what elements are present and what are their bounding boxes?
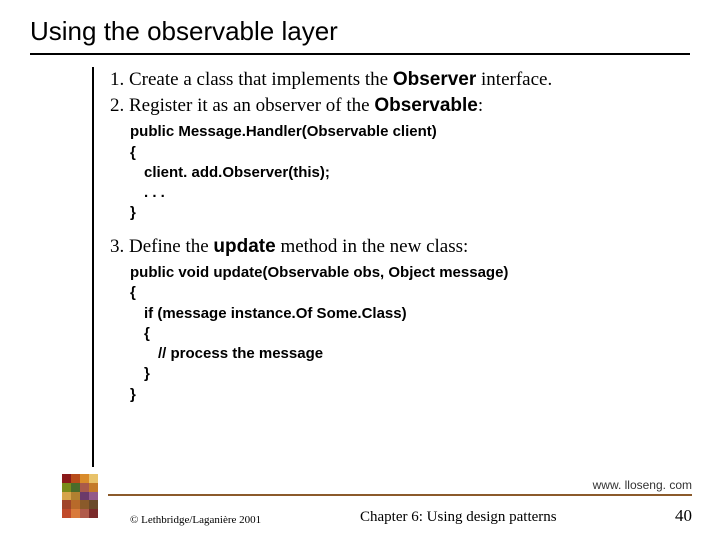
slide-title: Using the observable layer [0, 0, 720, 53]
text: Register it as an observer of the [124, 95, 374, 116]
bottom-rule [108, 494, 692, 496]
list-number: 2. [110, 95, 124, 116]
title-underline [30, 53, 690, 55]
chapter-text: Chapter 6: Using design patterns [360, 509, 557, 526]
code-line: { [130, 324, 660, 344]
code-line: client. add.Observer(this); [130, 163, 660, 183]
code-line: } [130, 203, 660, 223]
url-text: www. lloseng. com [593, 478, 692, 492]
text: interface. [476, 69, 552, 90]
code-line: } [130, 385, 660, 405]
vertical-rule [92, 67, 94, 467]
text: method in the new class: [276, 236, 469, 257]
keyword-observer: Observer [393, 69, 476, 90]
code-block-1: public Message.Handler(Observable client… [130, 122, 660, 223]
list-item-2: 2. Register it as an observer of the Obs… [110, 93, 660, 119]
list-item-3: 3. Define the update method in the new c… [110, 234, 660, 260]
code-line: if (message instance.Of Some.Class) [130, 304, 660, 324]
list-number: 1. [110, 69, 124, 90]
code-line: } [130, 364, 660, 384]
code-line: { [130, 283, 660, 303]
code-line: { [130, 143, 660, 163]
list-number: 3. [110, 236, 124, 257]
content-area: 1. Create a class that implements the Ob… [100, 67, 660, 405]
code-line: public void update(Observable obs, Objec… [130, 263, 660, 283]
copyright-text: © Lethbridge/Laganière 2001 [130, 514, 261, 526]
keyword-update: update [213, 236, 275, 257]
code-block-2: public void update(Observable obs, Objec… [130, 263, 660, 405]
keyword-observable: Observable [374, 95, 478, 116]
text: Define the [124, 236, 213, 257]
code-line: // process the message [130, 344, 660, 364]
footer: © Lethbridge/Laganière 2001 Chapter 6: U… [0, 502, 720, 526]
text: Create a class that implements the [124, 69, 393, 90]
code-line: . . . [130, 183, 660, 203]
list-item-1: 1. Create a class that implements the Ob… [110, 67, 660, 93]
text: : [478, 95, 483, 116]
code-line: public Message.Handler(Observable client… [130, 122, 660, 142]
page-number: 40 [675, 506, 692, 526]
